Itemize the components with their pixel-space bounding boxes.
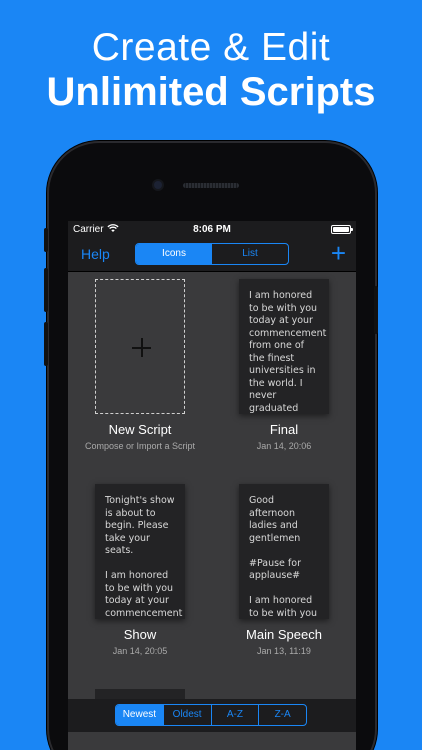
sort-toolbar: Newest Oldest A-Z Z-A bbox=[68, 699, 356, 732]
sort-oldest[interactable]: Oldest bbox=[162, 705, 211, 725]
new-script-card[interactable]: New Script Compose or Import a Script bbox=[68, 279, 212, 451]
script-preview[interactable]: Tonight's show is about to begin. Please… bbox=[95, 484, 185, 619]
plus-icon-vertical bbox=[141, 338, 143, 357]
battery-icon bbox=[331, 225, 353, 234]
power-button bbox=[374, 286, 378, 334]
promo-headline-line2: Unlimited Scripts bbox=[46, 70, 376, 114]
status-bar: Carrier 8:06 PM bbox=[68, 221, 356, 238]
help-button[interactable]: Help bbox=[81, 246, 110, 262]
tab-icons[interactable]: Icons bbox=[136, 244, 212, 264]
script-date: Jan 14, 20:06 bbox=[256, 441, 312, 451]
script-title: Main Speech bbox=[246, 627, 322, 642]
script-grid: New Script Compose or Import a Script I … bbox=[68, 273, 356, 715]
script-title: Final bbox=[269, 422, 299, 437]
navigation-bar: Help Icons List + bbox=[68, 238, 356, 272]
sort-control: Newest Oldest A-Z Z-A bbox=[115, 704, 307, 726]
earpiece-speaker bbox=[183, 183, 239, 188]
script-preview[interactable]: Good afternoon ladies and gentlemen #Pau… bbox=[239, 484, 329, 619]
volume-up-button bbox=[44, 268, 48, 312]
script-date: Jan 14, 20:05 bbox=[112, 646, 168, 656]
sort-newest[interactable]: Newest bbox=[116, 705, 163, 725]
app-screen: Carrier 8:06 PM Help Icons List + New Sc… bbox=[68, 221, 356, 750]
script-subtitle: Compose or Import a Script bbox=[84, 441, 196, 451]
script-card-show[interactable]: Tonight's show is about to begin. Please… bbox=[68, 484, 212, 656]
add-script-button[interactable]: + bbox=[331, 240, 346, 266]
volume-down-button bbox=[44, 322, 48, 366]
sort-a-z[interactable]: A-Z bbox=[210, 705, 259, 725]
tab-list[interactable]: List bbox=[212, 244, 288, 264]
script-title: New Script bbox=[108, 422, 172, 437]
clock: 8:06 PM bbox=[193, 224, 231, 235]
sort-z-a[interactable]: Z-A bbox=[258, 705, 306, 725]
view-mode-control: Icons List bbox=[135, 243, 289, 265]
script-card-final[interactable]: I am honored to be with you today at you… bbox=[212, 279, 356, 451]
script-date: Jan 13, 11:19 bbox=[257, 646, 311, 656]
mute-switch bbox=[44, 228, 48, 252]
script-title: Show bbox=[123, 627, 157, 642]
promo-headline-line1: Create & Edit bbox=[91, 26, 331, 69]
script-preview[interactable]: I am honored to be with you today at you… bbox=[239, 279, 329, 414]
new-script-placeholder[interactable] bbox=[95, 279, 185, 414]
front-camera-icon bbox=[154, 181, 162, 189]
script-card-main-speech[interactable]: Good afternoon ladies and gentlemen #Pau… bbox=[212, 484, 356, 656]
